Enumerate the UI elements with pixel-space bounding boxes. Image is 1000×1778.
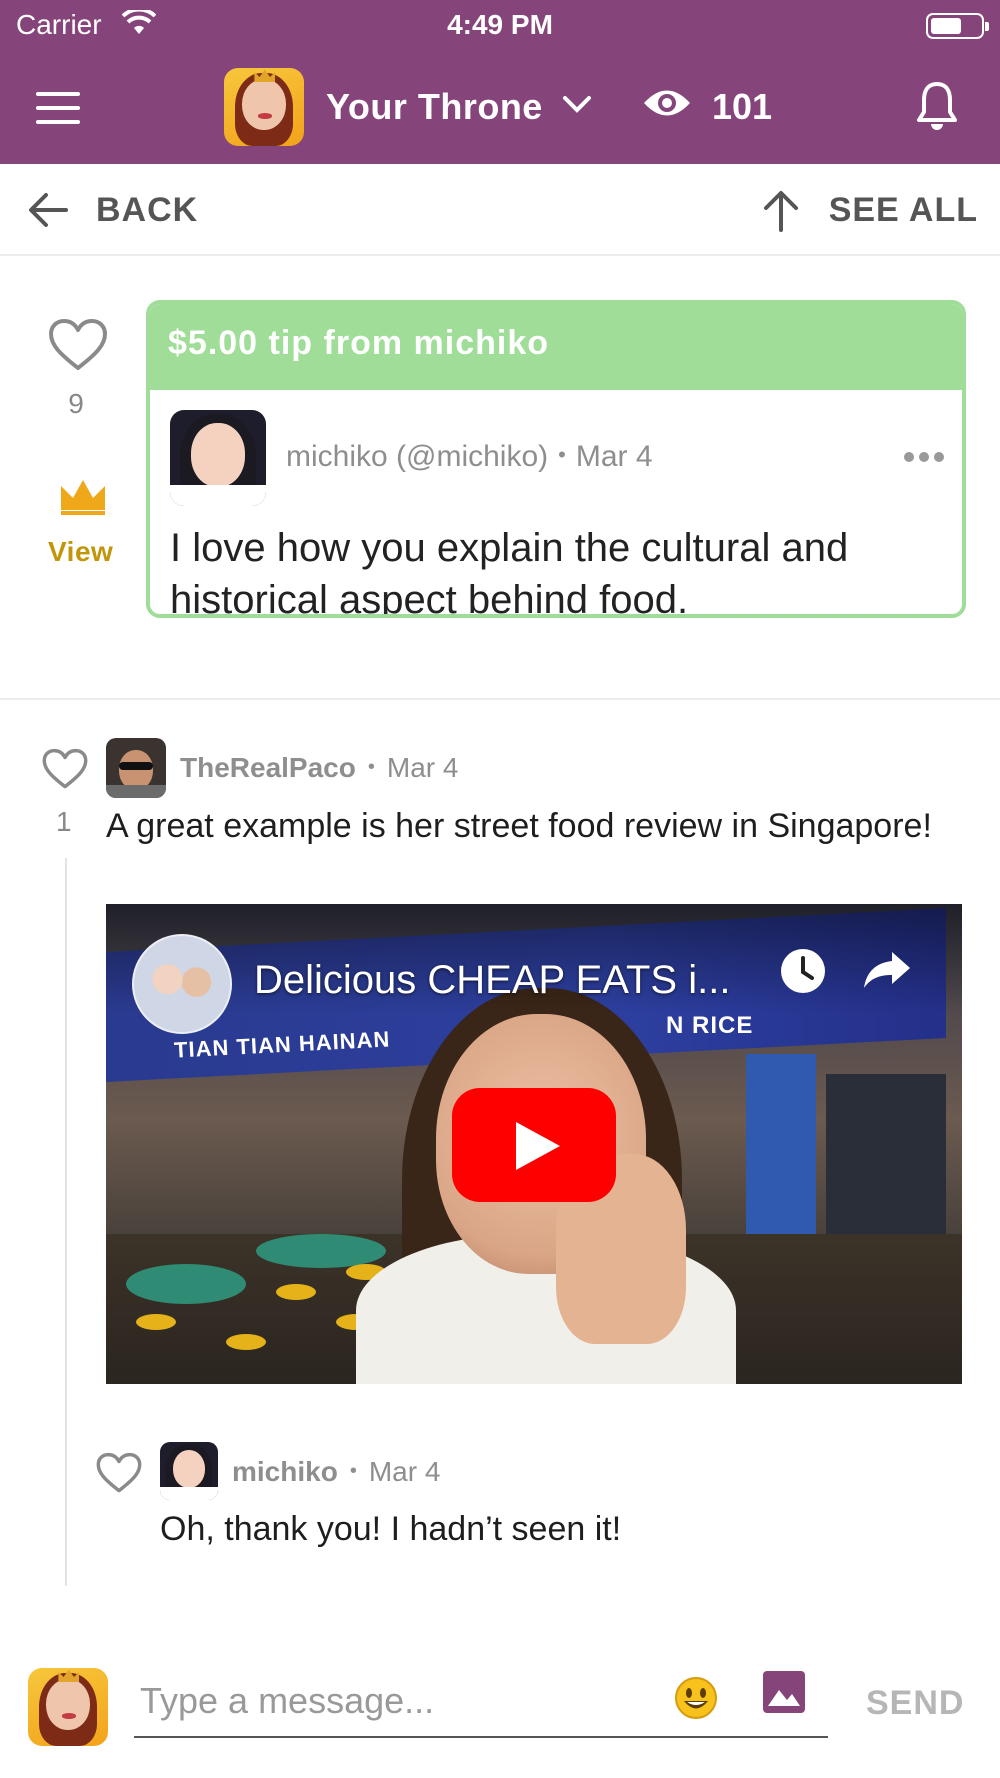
see-all-button[interactable]: SEE ALL: [761, 188, 978, 232]
more-icon[interactable]: [904, 452, 944, 462]
channel-avatar[interactable]: [132, 934, 232, 1034]
bell-icon[interactable]: [916, 80, 958, 137]
arrow-left-icon: [29, 193, 68, 227]
status-bar: Carrier 4:49 PM: [0, 0, 1000, 50]
heart-icon[interactable]: [42, 748, 88, 795]
tip-card: $5.00 tip from michiko michiko (@michiko…: [146, 300, 966, 618]
nav-row: BACK SEE ALL: [0, 164, 1000, 256]
see-all-label: SEE ALL: [828, 190, 978, 229]
heart-icon[interactable]: [96, 1452, 142, 1499]
throne-title[interactable]: Your Throne: [326, 86, 543, 128]
banner-text: N RICE: [666, 1012, 754, 1039]
viewer-count: 101: [712, 86, 773, 127]
tip-section: 9 View $5.00 tip from michiko michiko (@…: [0, 256, 1000, 700]
tip-header: $5.00 tip from michiko: [150, 304, 962, 390]
share-icon[interactable]: [862, 948, 912, 997]
tip-date: Mar 4: [575, 440, 653, 473]
chevron-down-icon[interactable]: [562, 94, 592, 119]
play-button[interactable]: [452, 1088, 616, 1202]
avatar[interactable]: [170, 410, 266, 506]
tip-like-count: 9: [68, 388, 84, 419]
thread-line: [65, 858, 67, 1586]
crown-icon[interactable]: [58, 476, 108, 521]
view-link[interactable]: View: [48, 536, 113, 568]
video-thumbnail[interactable]: TIAN TIAN HAINAN N RICE Delicious CHEAP …: [106, 904, 962, 1384]
reply-author[interactable]: michiko: [232, 1456, 338, 1487]
battery-icon: [926, 13, 989, 39]
heart-icon[interactable]: [48, 318, 108, 377]
comment-like-count: 1: [56, 806, 72, 837]
back-label: BACK: [96, 190, 199, 229]
app-header: Carrier 4:49 PM Your Throne 101: [0, 0, 1000, 164]
reply-date: Mar 4: [368, 1456, 441, 1487]
tip-author[interactable]: michiko (@michiko): [286, 440, 548, 473]
back-button[interactable]: BACK: [26, 190, 198, 230]
avatar[interactable]: [106, 738, 166, 798]
reply-meta: michiko • Mar 4: [232, 1456, 441, 1487]
tip-message: I love how you explain the cultural and …: [170, 526, 849, 618]
avatar[interactable]: [160, 1442, 218, 1500]
menu-icon[interactable]: [36, 92, 80, 124]
eye-icon: [642, 86, 692, 125]
image-icon[interactable]: [762, 1670, 806, 1719]
send-button[interactable]: SEND: [866, 1684, 964, 1723]
tip-meta: michiko (@michiko) • Mar 4: [286, 440, 653, 473]
arrow-up-icon: [763, 191, 798, 232]
avatar[interactable]: [28, 1668, 108, 1746]
video-title[interactable]: Delicious CHEAP EATS i...: [254, 958, 730, 1003]
throne-avatar[interactable]: [224, 68, 304, 146]
reply-text: Oh, thank you! I hadn’t seen it!: [160, 1510, 622, 1548]
message-input[interactable]: [134, 1666, 828, 1738]
status-time: 4:49 PM: [447, 9, 553, 40]
comment-meta: TheRealPaco • Mar 4: [180, 752, 459, 783]
emoji-icon[interactable]: [674, 1676, 718, 1725]
clock-icon[interactable]: [778, 946, 828, 1001]
comment-date: Mar 4: [386, 752, 459, 783]
comment-text: A great example is her street food revie…: [106, 807, 932, 845]
comment-author[interactable]: TheRealPaco: [180, 752, 356, 783]
